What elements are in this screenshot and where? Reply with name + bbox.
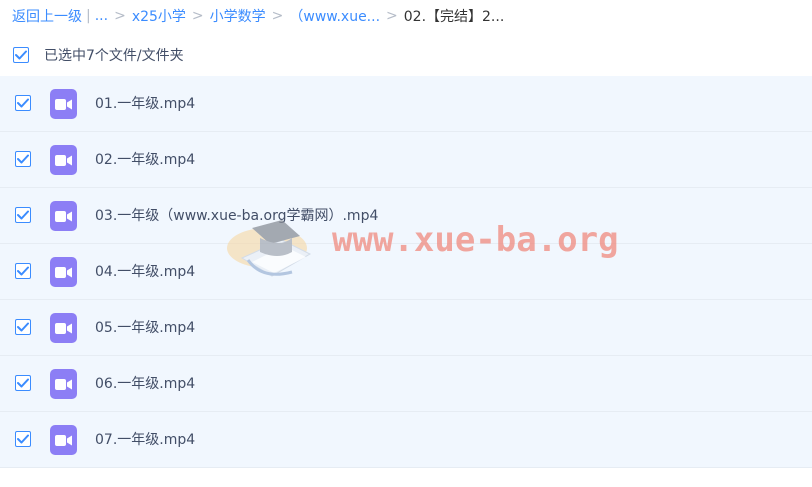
breadcrumb-item-xueba[interactable]: （www.xue... [289,6,380,26]
file-name[interactable]: 06.一年级.mp4 [95,373,195,393]
file-row[interactable]: 07.一年级.mp4 [0,412,812,468]
breadcrumb-ellipsis[interactable]: ... [95,8,108,24]
video-file-icon [50,369,77,399]
file-name[interactable]: 03.一年级（www.xue-ba.org学霸网）.mp4 [95,205,378,225]
file-name[interactable]: 05.一年级.mp4 [95,317,195,337]
file-name[interactable]: 02.一年级.mp4 [95,149,195,169]
checkmark-icon [17,266,29,276]
breadcrumb-item-current: 02.【完结】2... [403,9,505,25]
breadcrumb-separator: > [271,8,284,24]
select-all-checkbox[interactable] [13,47,29,63]
breadcrumb-divider: | [86,8,91,24]
checkmark-icon [17,322,29,332]
file-row[interactable]: 03.一年级（www.xue-ba.org学霸网）.mp4 [0,188,812,244]
file-checkbox[interactable] [15,151,31,167]
video-file-icon [50,145,77,175]
video-file-icon [50,313,77,343]
file-checkbox[interactable] [15,375,31,391]
checkmark-icon [17,98,29,108]
breadcrumb-item-x25[interactable]: x25小学 [132,6,186,26]
file-row[interactable]: 02.一年级.mp4 [0,132,812,188]
selection-count-label: 已选中7个文件/文件夹 [44,48,184,64]
file-list: 01.一年级.mp4 02.一年级.mp4 03.一年级（www.xue-ba.… [0,76,812,468]
file-checkbox[interactable] [15,431,31,447]
file-row[interactable]: 05.一年级.mp4 [0,300,812,356]
file-row[interactable]: 06.一年级.mp4 [0,356,812,412]
checkmark-icon [15,50,27,60]
video-file-icon [50,201,77,231]
checkmark-icon [17,434,29,444]
video-file-icon [50,257,77,287]
file-checkbox[interactable] [15,95,31,111]
breadcrumb-separator: > [386,8,398,24]
checkmark-icon [17,210,29,220]
file-checkbox[interactable] [15,319,31,335]
file-name[interactable]: 01.一年级.mp4 [95,93,195,113]
file-checkbox[interactable] [15,207,31,223]
video-file-icon [50,425,77,455]
video-file-icon [50,89,77,119]
breadcrumb-separator: > [114,8,126,24]
file-name[interactable]: 07.一年级.mp4 [95,429,195,449]
selection-bar: 已选中7个文件/文件夹 [13,44,184,66]
file-row[interactable]: 01.一年级.mp4 [0,76,812,132]
checkmark-icon [17,378,29,388]
breadcrumb-separator: > [191,8,204,24]
breadcrumb-item-math[interactable]: 小学数学 [210,6,266,26]
file-row[interactable]: 04.一年级.mp4 [0,244,812,300]
checkmark-icon [17,154,29,164]
back-link[interactable]: 返回上一级 [12,6,82,26]
file-name[interactable]: 04.一年级.mp4 [95,261,195,281]
file-checkbox[interactable] [15,263,31,279]
breadcrumb: 返回上一级 | ... > x25小学 > 小学数学 > （www.xue...… [12,5,504,27]
